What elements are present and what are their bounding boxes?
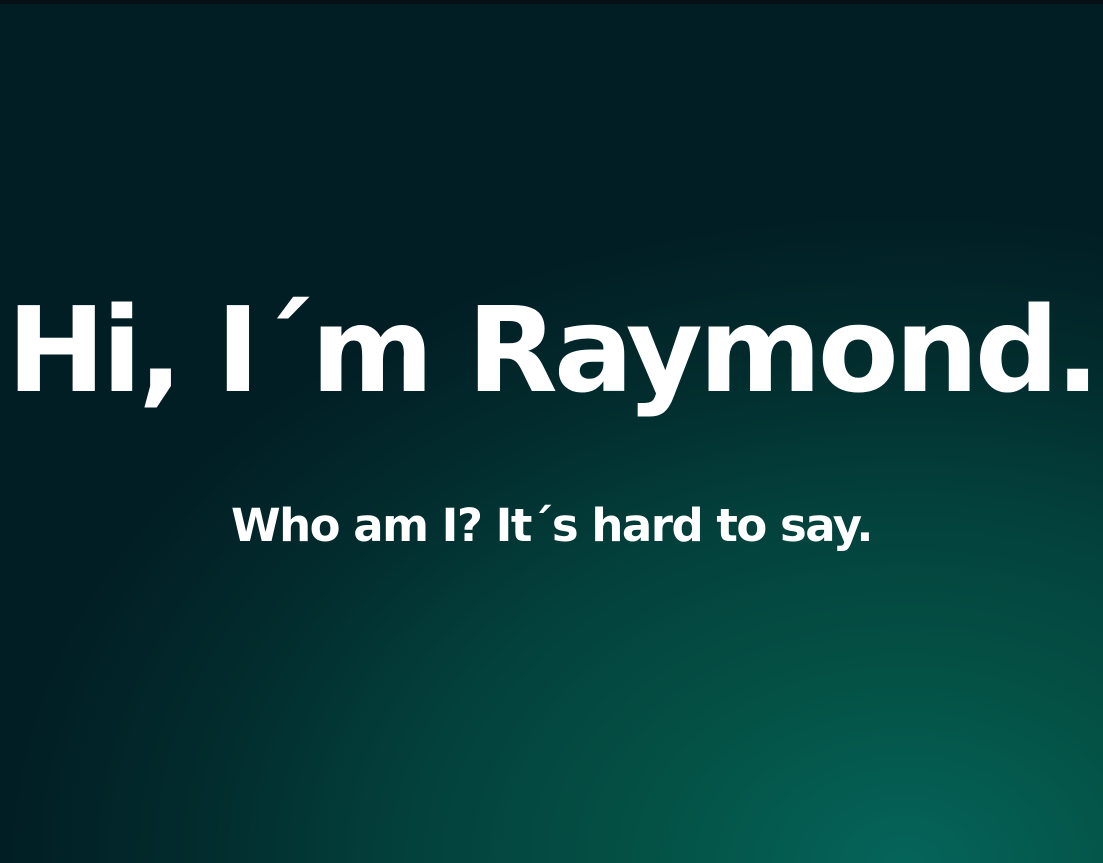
hero-title: Hi, I´m Raymond.	[6, 281, 1100, 419]
hero-section: Hi, I´m Raymond. Who am I? It´s hard to …	[0, 0, 1103, 863]
hero-subtitle: Who am I? It´s hard to say.	[230, 499, 874, 552]
